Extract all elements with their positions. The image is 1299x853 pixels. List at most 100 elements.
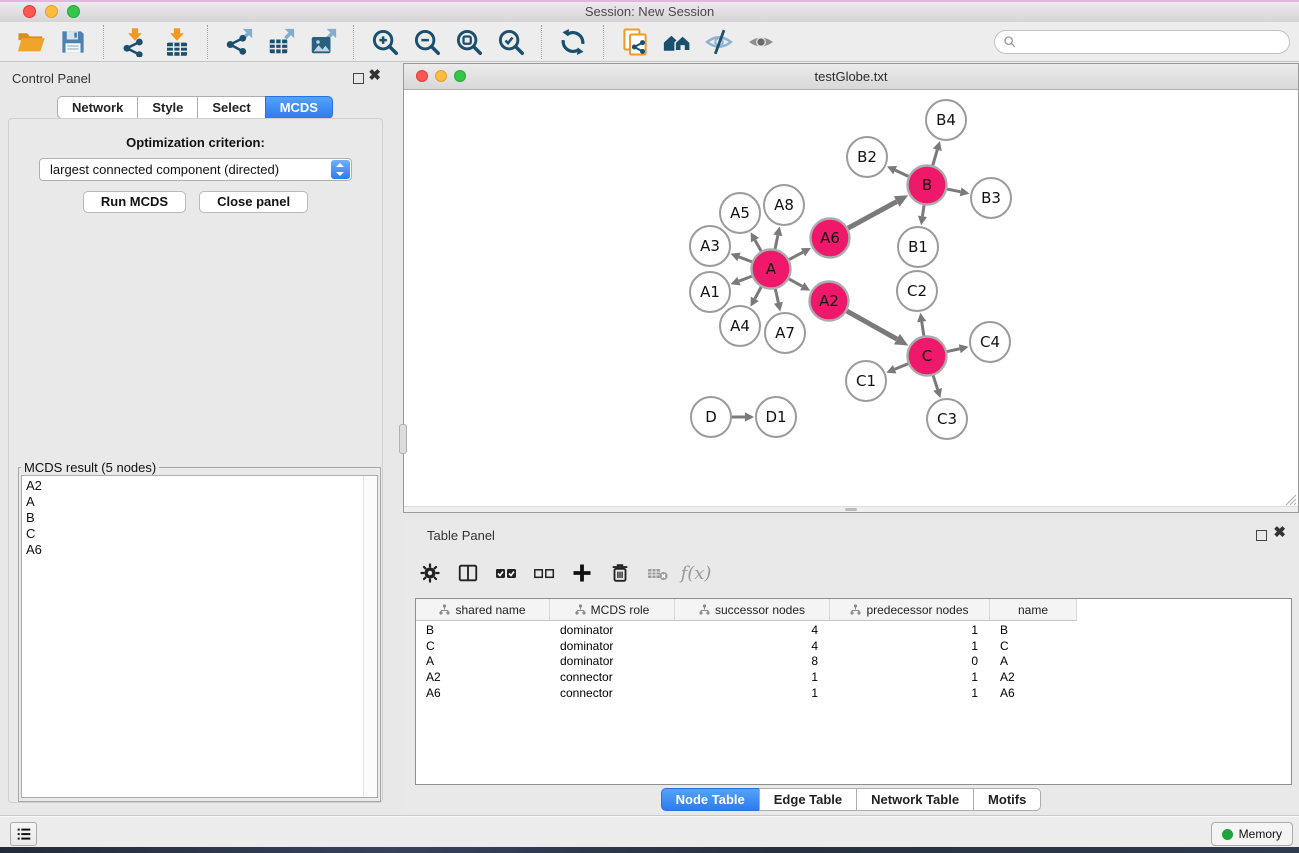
zoom-in-button[interactable]: [368, 25, 402, 59]
column-header-shared-name[interactable]: shared name: [416, 599, 550, 621]
graph-node-C3[interactable]: C3: [927, 399, 967, 439]
table-cell[interactable]: 1: [675, 686, 830, 702]
close-table-panel-icon[interactable]: ✖: [1273, 526, 1286, 540]
table-cell[interactable]: B: [416, 623, 550, 639]
delete-column-button[interactable]: [607, 560, 633, 586]
hide-selected-button[interactable]: [702, 25, 736, 59]
export-network-button[interactable]: [222, 25, 256, 59]
graph-node-A[interactable]: A: [752, 250, 791, 289]
zoom-out-button[interactable]: [410, 25, 444, 59]
table-cell[interactable]: dominator: [550, 639, 675, 655]
table-cell[interactable]: A6: [990, 686, 1077, 702]
float-panel-icon[interactable]: [353, 73, 364, 84]
table-cell[interactable]: 8: [675, 654, 830, 670]
resize-grip-icon[interactable]: [1283, 492, 1297, 506]
memory-button[interactable]: Memory: [1211, 822, 1293, 846]
column-visibility-button[interactable]: [455, 560, 481, 586]
close-window-button[interactable]: [23, 5, 36, 18]
network-close-button[interactable]: [416, 70, 428, 82]
task-history-button[interactable]: [10, 822, 37, 846]
network-minimize-button[interactable]: [435, 70, 447, 82]
table-cell[interactable]: dominator: [550, 654, 675, 670]
tab-edge-table[interactable]: Edge Table: [759, 788, 857, 811]
float-table-panel-icon[interactable]: [1256, 530, 1267, 541]
table-cell[interactable]: dominator: [550, 623, 675, 639]
zoom-fit-button[interactable]: [452, 25, 486, 59]
tab-network[interactable]: Network: [57, 96, 138, 119]
graph-node-B[interactable]: B: [908, 166, 947, 205]
table-cell[interactable]: A: [416, 654, 550, 670]
network-canvas[interactable]: B4B2BB3A8A5A6A3B1AA1C2A2A4A7C4CC1DD1C3: [404, 90, 1298, 508]
graph-node-A5[interactable]: A5: [720, 193, 760, 233]
table-cell[interactable]: 1: [675, 670, 830, 686]
refresh-button[interactable]: [556, 25, 590, 59]
graph-node-D1[interactable]: D1: [756, 397, 796, 437]
table-row[interactable]: A2connector11A2: [416, 670, 1291, 686]
import-network-button[interactable]: [118, 25, 152, 59]
table-cell[interactable]: 0: [830, 654, 990, 670]
graph-node-C2[interactable]: C2: [897, 271, 937, 311]
graph-node-D[interactable]: D: [691, 397, 731, 437]
tab-select[interactable]: Select: [197, 96, 265, 119]
graph-node-B4[interactable]: B4: [926, 100, 966, 140]
tab-network-table[interactable]: Network Table: [856, 788, 974, 811]
table-cell[interactable]: 1: [830, 670, 990, 686]
tab-style[interactable]: Style: [137, 96, 198, 119]
delete-table-button[interactable]: [645, 560, 671, 586]
open-file-button[interactable]: [14, 25, 48, 59]
column-header-name[interactable]: name: [990, 599, 1077, 621]
graph-node-A8[interactable]: A8: [764, 185, 804, 225]
zoom-window-button[interactable]: [67, 5, 80, 18]
tab-mcds[interactable]: MCDS: [265, 96, 333, 119]
table-row[interactable]: Cdominator41C: [416, 639, 1291, 655]
result-scrollbar[interactable]: [363, 476, 377, 797]
graph-node-A7[interactable]: A7: [765, 313, 805, 353]
network-left-grip[interactable]: [399, 424, 407, 454]
table-cell[interactable]: connector: [550, 686, 675, 702]
table-cell[interactable]: A2: [990, 670, 1077, 686]
copy-network-button[interactable]: [618, 25, 652, 59]
table-cell[interactable]: 1: [830, 639, 990, 655]
column-header-successor-nodes[interactable]: successor nodes: [675, 599, 830, 621]
add-column-button[interactable]: [569, 560, 595, 586]
table-row[interactable]: Bdominator41B: [416, 623, 1291, 639]
graph-node-C[interactable]: C: [908, 337, 947, 376]
criterion-select[interactable]: largest connected component (directed): [39, 158, 352, 181]
deselect-all-columns-button[interactable]: [531, 560, 557, 586]
import-table-button[interactable]: [160, 25, 194, 59]
graph-node-A1[interactable]: A1: [690, 272, 730, 312]
table-cell[interactable]: C: [990, 639, 1077, 655]
export-table-button[interactable]: [264, 25, 298, 59]
table-cell[interactable]: 1: [830, 686, 990, 702]
tab-motifs[interactable]: Motifs: [973, 788, 1041, 811]
select-all-columns-button[interactable]: [493, 560, 519, 586]
table-cell[interactable]: 4: [675, 623, 830, 639]
search-input[interactable]: [994, 30, 1290, 54]
table-cell[interactable]: 4: [675, 639, 830, 655]
mcds-result-item[interactable]: A: [22, 494, 377, 510]
table-cell[interactable]: B: [990, 623, 1077, 639]
attribute-settings-button[interactable]: [417, 560, 443, 586]
show-selected-button[interactable]: [744, 25, 778, 59]
table-cell[interactable]: A: [990, 654, 1077, 670]
table-cell[interactable]: connector: [550, 670, 675, 686]
graph-node-A3[interactable]: A3: [690, 226, 730, 266]
mcds-result-item[interactable]: B: [22, 510, 377, 526]
column-header-predecessor-nodes[interactable]: predecessor nodes: [830, 599, 990, 621]
table-cell[interactable]: A2: [416, 670, 550, 686]
save-session-button[interactable]: [56, 25, 90, 59]
table-row[interactable]: Adominator80A: [416, 654, 1291, 670]
export-image-button[interactable]: [306, 25, 340, 59]
graph-node-B2[interactable]: B2: [847, 137, 887, 177]
zoom-selected-button[interactable]: [494, 25, 528, 59]
table-cell[interactable]: C: [416, 639, 550, 655]
table-row[interactable]: A6connector11A6: [416, 686, 1291, 702]
mcds-result-item[interactable]: C: [22, 526, 377, 542]
graph-node-C1[interactable]: C1: [846, 361, 886, 401]
table-cell[interactable]: A6: [416, 686, 550, 702]
close-panel-button[interactable]: Close panel: [199, 191, 308, 213]
mcds-result-item[interactable]: A2: [22, 478, 377, 494]
table-cell[interactable]: 1: [830, 623, 990, 639]
function-builder-button[interactable]: f(x): [683, 560, 709, 586]
close-panel-icon[interactable]: ✖: [368, 69, 381, 83]
